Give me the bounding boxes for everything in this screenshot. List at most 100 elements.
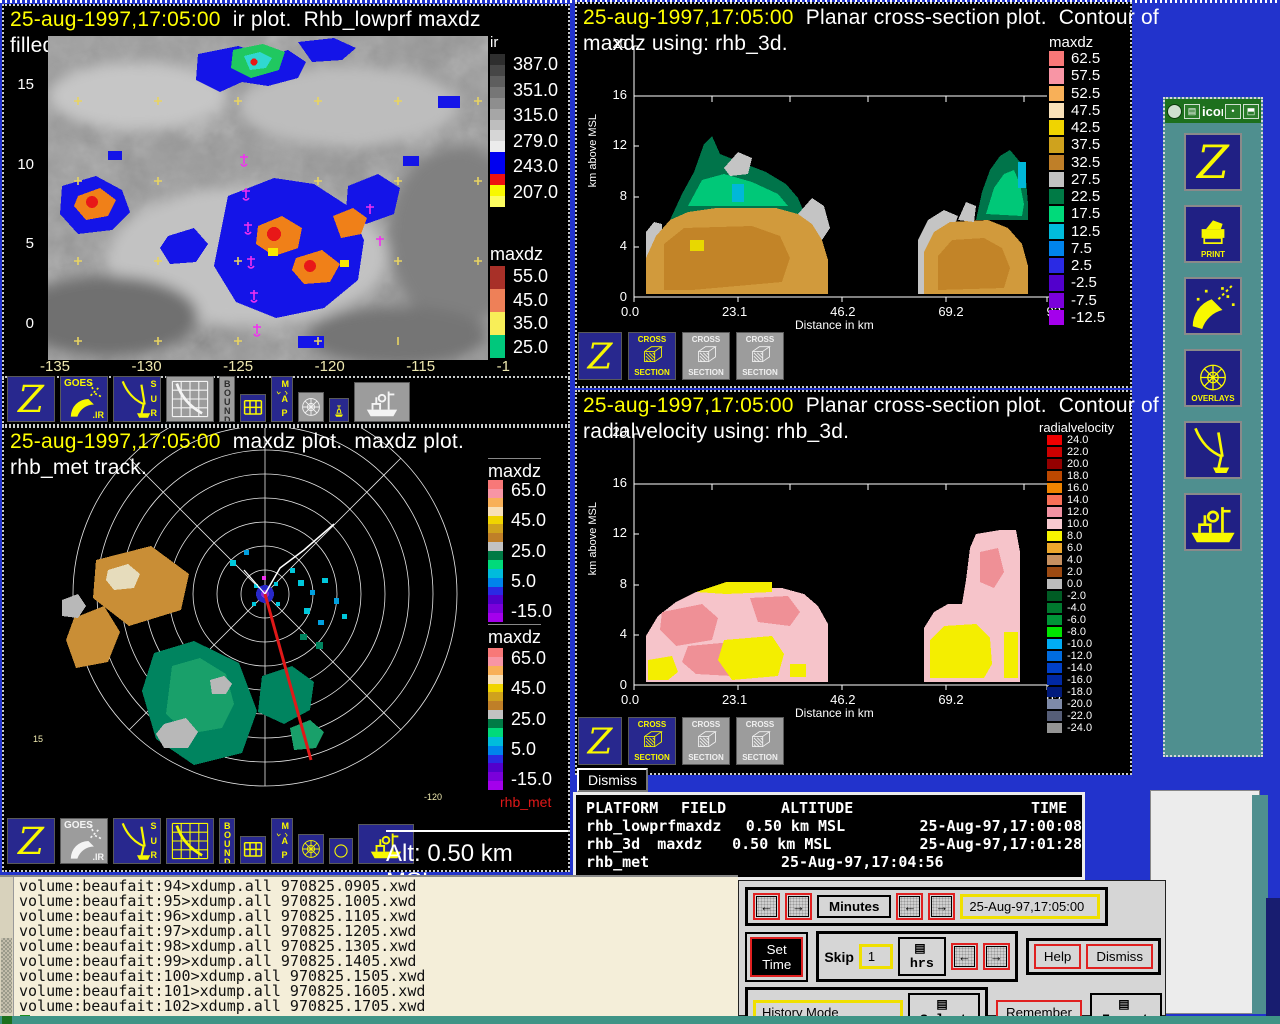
ir-colorbar-title: ir bbox=[490, 34, 498, 51]
z-logo-button[interactable]: Z bbox=[7, 818, 55, 864]
help-dismiss-frame: Help Dismiss bbox=[1026, 938, 1161, 975]
terminal-scroll-thumb[interactable] bbox=[1, 938, 12, 1013]
xs1-plot-area[interactable] bbox=[632, 44, 1052, 312]
table-cell: 0.50 km MSL bbox=[732, 835, 919, 853]
xs2-colorbar: 24.022.020.018.016.014.012.010.08.06.04.… bbox=[1047, 434, 1092, 716]
mini-grid-button[interactable] bbox=[240, 836, 266, 864]
colorbar-entry: -24.0 bbox=[1047, 722, 1092, 734]
print-button[interactable]: PRINT bbox=[1184, 205, 1242, 263]
bounds-button[interactable]: BOUNDS bbox=[219, 818, 235, 864]
goes-ir-button[interactable]: GOES.IR bbox=[60, 376, 108, 422]
window-iconify-icon[interactable]: • bbox=[1225, 104, 1241, 119]
xsection-maxdz-panel[interactable]: 25-aug-1997,17:05:00 Planar cross-sectio… bbox=[575, 2, 1132, 388]
z-logo-button[interactable]: Z bbox=[578, 717, 622, 765]
set-time-button[interactable]: Set Time bbox=[750, 937, 803, 977]
ship-button[interactable] bbox=[1184, 493, 1242, 551]
cross-section-button[interactable]: CROSSSECTION bbox=[682, 332, 730, 380]
bounds-button[interactable]: BOUNDS bbox=[219, 376, 235, 422]
z-logo-icon: Z bbox=[8, 819, 54, 863]
minutes-forward-button[interactable]: → bbox=[928, 893, 955, 920]
window-menu-ball-icon[interactable] bbox=[1167, 104, 1182, 119]
z-logo-button[interactable]: Z bbox=[1184, 133, 1242, 191]
xsection-dismiss-button[interactable]: Dismiss bbox=[577, 768, 648, 792]
colorbar-entry: 57.5 bbox=[1049, 67, 1105, 84]
colorbar-entry: 12.0 bbox=[1047, 506, 1092, 518]
cross-section-button[interactable]: CROSSSECTION bbox=[736, 717, 784, 765]
help-button[interactable]: Help bbox=[1034, 944, 1081, 969]
satellite-button[interactable] bbox=[1184, 277, 1242, 335]
cross-section-button-active[interactable]: CROSSSECTION bbox=[628, 332, 676, 380]
skip-back-button[interactable]: ← bbox=[951, 943, 978, 970]
terminal-scrollbar[interactable] bbox=[0, 877, 14, 1016]
time-step-frame: ← → Minutes ← → 25-Aug-97,17:05:00 bbox=[745, 887, 1108, 926]
icon-label: .IR bbox=[92, 410, 104, 420]
grid-radar-button[interactable] bbox=[166, 376, 214, 422]
radar-ppi-display[interactable] bbox=[4, 428, 568, 870]
map-button[interactable]: MAP bbox=[271, 818, 293, 864]
mini-grid-button[interactable] bbox=[240, 394, 266, 422]
minutes-button[interactable]: Minutes bbox=[817, 895, 891, 918]
svg-text:Z: Z bbox=[587, 337, 614, 378]
dialog-dismiss-button[interactable]: Dismiss bbox=[1086, 944, 1153, 969]
colorbar-entry: 22.0 bbox=[1047, 446, 1092, 458]
terminal-output[interactable]: volume:beaufait:94>xdump.all 970825.0905… bbox=[14, 877, 425, 1016]
axis-tick-label: -130 bbox=[132, 358, 162, 375]
skip-value-field[interactable]: 1 bbox=[859, 944, 893, 969]
sur-radar-button[interactable]: SUR bbox=[113, 376, 161, 422]
buoy-button[interactable] bbox=[329, 398, 349, 422]
z-logo-button[interactable]: Z bbox=[7, 376, 55, 422]
circle-button[interactable] bbox=[329, 838, 353, 864]
axis-tick-label: 12 bbox=[605, 525, 627, 540]
grid-radar-button[interactable] bbox=[166, 818, 214, 864]
radar-range-label: 15 bbox=[33, 734, 43, 744]
icon-vertical-label: BOUNDS bbox=[224, 380, 231, 418]
sur-radar-button[interactable]: SUR bbox=[113, 818, 161, 864]
ir-plot-panel[interactable]: 25-aug-1997,17:05:00 ir plot. Rhb_lowprf… bbox=[2, 4, 570, 378]
skip-frame: Skip 1 ▤hrs ← → bbox=[816, 931, 1018, 982]
z-logo-button[interactable]: Z bbox=[578, 332, 622, 380]
xs2-plot-area[interactable] bbox=[632, 432, 1052, 700]
colorbar-entry: -10.0 bbox=[1047, 638, 1092, 650]
xs2-y-axis-label: km above MSL bbox=[587, 502, 599, 575]
map-button[interactable]: MAP bbox=[271, 376, 293, 422]
xs2-y-ticks: 201612840 bbox=[605, 424, 627, 692]
cross-section-button-active[interactable]: CROSSSECTION bbox=[628, 717, 676, 765]
colorbar-entry: 20.0 bbox=[1047, 458, 1092, 470]
time-control-dialog: ← → Minutes ← → 25-Aug-97,17:05:00 Set T… bbox=[738, 880, 1166, 1016]
step-forward-button[interactable]: → bbox=[785, 893, 812, 920]
time-value-field[interactable]: 25-Aug-97,17:05:00 bbox=[960, 894, 1100, 919]
radar-plot-panel[interactable]: 25-aug-1997,17:05:00 maxdz plot. maxdz p… bbox=[2, 426, 570, 872]
window-maximize-icon[interactable]: ⬒ bbox=[1243, 104, 1259, 119]
minutes-back-button[interactable]: ← bbox=[896, 893, 923, 920]
overlays-small-button[interactable] bbox=[298, 392, 324, 422]
xs1-x-axis-label: Distance in km bbox=[795, 318, 874, 332]
axis-tick-label: 0 bbox=[605, 289, 627, 304]
xs2-toolbar: ZCROSSSECTIONCROSSSECTIONCROSSSECTION bbox=[578, 717, 784, 765]
colorbar-entry: 4.0 bbox=[1047, 554, 1092, 566]
ship-button[interactable] bbox=[354, 382, 410, 422]
ir-satellite-image[interactable] bbox=[48, 36, 488, 360]
svg-text:Z: Z bbox=[17, 819, 45, 863]
colorbar-entry: -20.0 bbox=[1047, 698, 1092, 710]
cross-section-button[interactable]: CROSSSECTION bbox=[736, 332, 784, 380]
goes-ir-button[interactable]: GOES.IR bbox=[60, 818, 108, 864]
window-menu-box-icon[interactable]: ▤ bbox=[1184, 104, 1200, 119]
overlays-small-button[interactable] bbox=[298, 834, 324, 864]
colorbar-entry: -12.0 bbox=[1047, 650, 1092, 662]
overlays-button[interactable]: OVERLAYS bbox=[1184, 349, 1242, 407]
xs1-toolbar: ZCROSSSECTIONCROSSSECTIONCROSSSECTION bbox=[578, 332, 784, 380]
cross-section-button[interactable]: CROSSSECTION bbox=[682, 717, 730, 765]
axis-tick-label: 16 bbox=[605, 87, 627, 102]
radar-dish-button[interactable] bbox=[1184, 421, 1242, 479]
skip-units-button[interactable]: ▤hrs bbox=[898, 937, 946, 976]
ir-colorbar: 387.0351.0315.0279.0243.0207.0 bbox=[490, 54, 558, 207]
ir-panel-title: 25-aug-1997,17:05:00 ir plot. Rhb_lowprf… bbox=[4, 6, 568, 32]
terminal-window[interactable]: volume:beaufait:94>xdump.all 970825.0905… bbox=[0, 875, 738, 1016]
icon-window-titlebar[interactable]: ▤ icon • ⬒ bbox=[1165, 99, 1261, 123]
ir-y-axis-ticks: 151050 bbox=[10, 76, 34, 332]
icon-label: GOES bbox=[64, 820, 93, 831]
radar-colorbar2-title: maxdz bbox=[488, 624, 541, 648]
xs2-x-axis-label: Distance in km bbox=[795, 706, 874, 720]
step-back-button[interactable]: ← bbox=[753, 893, 780, 920]
skip-forward-button[interactable]: → bbox=[983, 943, 1010, 970]
